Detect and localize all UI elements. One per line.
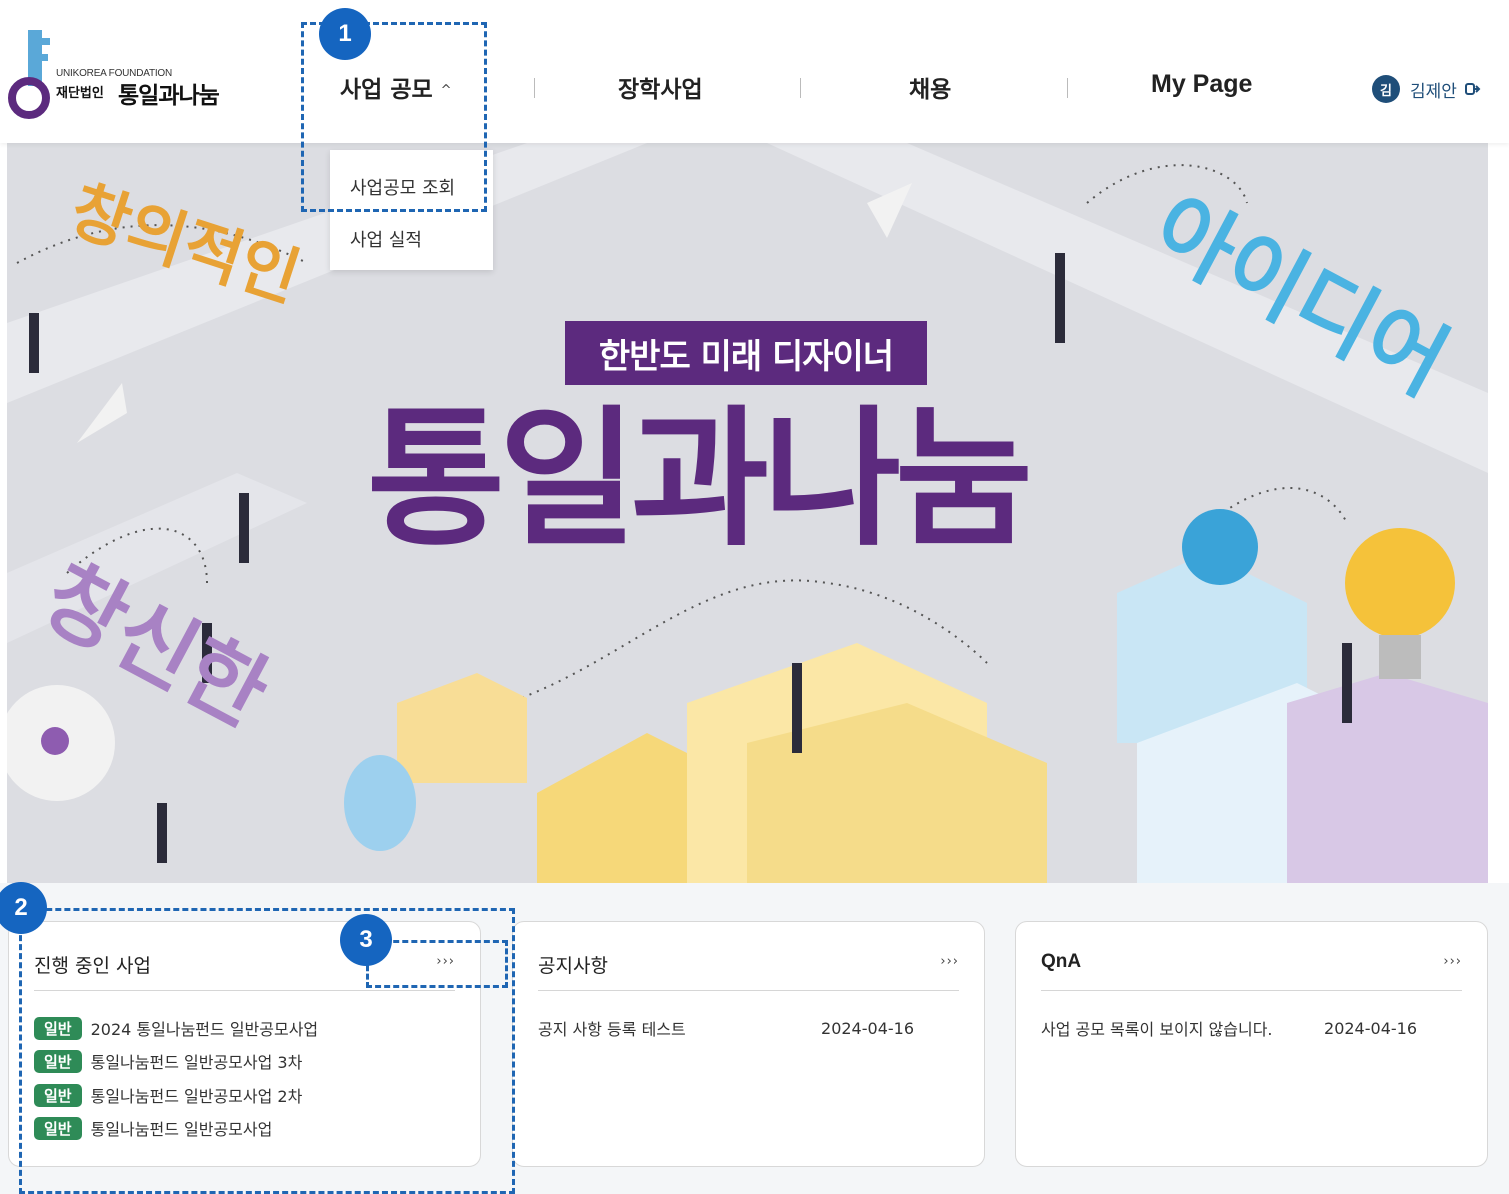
list-item-title[interactable]: 사업 공모 목록이 보이지 않습니다. <box>1041 1016 1273 1040</box>
list-item-date: 2024-04-16 <box>1324 1018 1417 1038</box>
notice-panel: 공지사항 ››› 공지 사항 등록 테스트 2024-04-16 <box>512 921 985 1167</box>
key-logo-icon <box>8 30 50 119</box>
nav-divider <box>1067 78 1068 98</box>
list-item-title[interactable]: 공지 사항 등록 테스트 <box>538 1016 686 1040</box>
panel-title: 공지사항 <box>538 955 608 977</box>
list-item[interactable]: 공지 사항 등록 테스트 2024-04-16 <box>538 1015 959 1041</box>
logo-prefix: 재단법인 <box>56 86 104 101</box>
panel-title: QnA <box>1041 951 1082 972</box>
hero-subtitle: 한반도 미래 디자이너 <box>565 321 927 385</box>
more-link-button[interactable]: ››› <box>940 954 959 969</box>
logout-icon[interactable] <box>1464 81 1481 97</box>
nav-my-page[interactable]: My Page <box>1151 70 1252 99</box>
divider <box>1041 990 1462 991</box>
unikorea-logo[interactable]: UNIKOREA FOUNDATION 재단법인 통일과나눔 <box>6 30 246 122</box>
nav-divider <box>534 78 535 98</box>
more-link-button[interactable]: ››› <box>1443 954 1462 969</box>
nav-recruit[interactable]: 채용 <box>909 70 951 104</box>
avatar: 김 <box>1372 75 1400 103</box>
divider <box>538 990 959 991</box>
nav-divider <box>800 78 801 98</box>
nav-scholarship[interactable]: 장학사업 <box>618 70 703 104</box>
hero-banner: 창의적인 창신한 아이디어 한반도 미래 디자이너 통일과나눔 <box>7 143 1488 883</box>
user-name[interactable]: 김제안 <box>1410 77 1457 102</box>
list-item-date: 2024-04-16 <box>821 1018 914 1038</box>
logo-korean-name: 통일과나눔 <box>118 83 220 109</box>
callout-marker-3: 3 <box>340 914 392 966</box>
list-item[interactable]: 사업 공모 목록이 보이지 않습니다. 2024-04-16 <box>1041 1015 1462 1041</box>
user-menu[interactable]: 김 김제안 <box>1372 75 1481 103</box>
site-header: UNIKOREA FOUNDATION 재단법인 통일과나눔 사업 공모 ^ 장학… <box>0 0 1509 143</box>
callout-marker-1: 1 <box>319 8 371 60</box>
hero-title: 통일과나눔 <box>367 393 1033 567</box>
qna-panel: QnA ››› 사업 공모 목록이 보이지 않습니다. 2024-04-16 <box>1015 921 1488 1167</box>
dropdown-item-business-results[interactable]: 사업 실적 <box>350 226 422 252</box>
